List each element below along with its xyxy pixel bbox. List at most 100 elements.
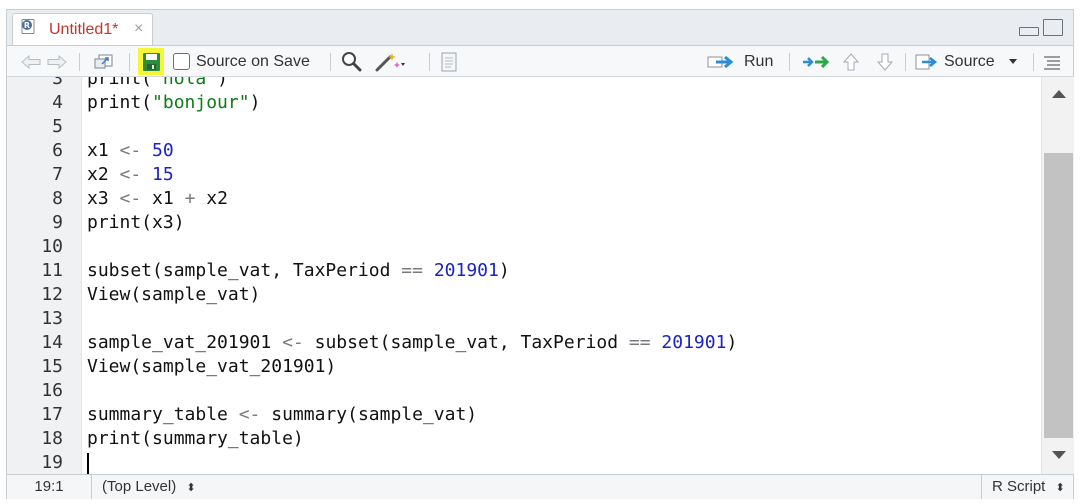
source-dropdown-icon[interactable] — [1008, 59, 1017, 64]
code-line: 11 subset(sample_vat, TaxPeriod == 201901… — [7, 259, 1041, 283]
forward-arrow-icon[interactable] — [46, 46, 68, 77]
code-token: ) — [217, 77, 228, 89]
code-token: x1 — [141, 188, 185, 209]
line-number: 3 — [52, 77, 63, 89]
code-token: summary_table — [87, 404, 239, 425]
code-token: x3 — [87, 188, 120, 209]
line-number: 4 — [52, 92, 63, 113]
save-button[interactable] — [138, 46, 164, 77]
run-icon — [707, 55, 734, 68]
toolbar-separator — [429, 53, 430, 71]
up-arrow-icon[interactable] — [841, 46, 861, 77]
code-token: print(summary_table) — [87, 428, 304, 449]
line-number: 10 — [41, 236, 63, 257]
source-on-save-toggle[interactable]: Source on Save — [173, 46, 321, 77]
source-button[interactable]: Source — [914, 46, 1017, 77]
code-line: 15 View(sample_vat_201901) — [7, 355, 1041, 379]
toolbar-separator — [1033, 53, 1034, 71]
maximize-icon[interactable] — [1043, 19, 1063, 36]
line-number: 5 — [52, 116, 63, 137]
code-token: print( — [87, 92, 153, 113]
code-token: "hola" — [152, 77, 218, 89]
run-button[interactable]: Run — [706, 46, 773, 77]
code-line: 4 print("bonjour") — [7, 91, 1041, 115]
toolbar-separator — [330, 53, 331, 71]
line-number: 14 — [41, 332, 63, 353]
code-token: ) — [498, 260, 510, 281]
code-line: 10 — [7, 235, 1041, 259]
code-token: == — [628, 332, 651, 353]
code-text: print("hola") — [87, 77, 228, 91]
magic-wand-icon[interactable] — [373, 46, 407, 77]
code-line: 7 x2 <- 15 — [7, 163, 1041, 187]
code-token: + — [184, 188, 196, 209]
code-token: ) — [726, 332, 738, 353]
search-icon[interactable] — [340, 46, 364, 77]
close-icon[interactable]: × — [134, 20, 143, 38]
scope-updown-icon: ⬍ — [186, 482, 196, 494]
code-token: summary(sample_vat) — [260, 404, 478, 425]
toolbar-separator — [129, 53, 130, 71]
file-type-updown-icon: ⬍ — [1055, 482, 1065, 494]
status-bar: 19:1 (Top Level) ⬍ R Script ⬍ — [7, 474, 1073, 499]
save-icon — [143, 52, 160, 71]
code-token: <- — [119, 164, 142, 185]
code-text: sample_vat_201901 <- subset(sample_vat, … — [87, 331, 737, 355]
compile-report-icon[interactable] — [439, 46, 459, 77]
file-type-label: R Script — [992, 478, 1046, 495]
show-in-window-icon[interactable] — [93, 46, 115, 77]
source-on-save-checkbox[interactable] — [173, 53, 190, 70]
code-line: 16 — [7, 379, 1041, 403]
line-number: 6 — [52, 140, 63, 161]
line-number: 16 — [41, 380, 63, 401]
code-token: subset(sample_vat, TaxPeriod — [87, 260, 402, 281]
source-label: Source — [944, 52, 995, 70]
code-line: 9 print(x3) — [7, 211, 1041, 235]
file-type-selector[interactable]: R Script ⬍ — [981, 475, 1073, 499]
code-editor[interactable]: 3 print("hola") 4 print("bonjour") 5 6 x1 <- 5… — [7, 77, 1041, 474]
code-line: 6 x1 <- 50 — [7, 139, 1041, 163]
code-token: print(x3) — [87, 212, 185, 233]
code-token: <- — [282, 332, 304, 353]
code-text: print(summary_table) — [87, 427, 304, 451]
code-line: 12 View(sample_vat) — [7, 283, 1041, 307]
code-token: <- — [238, 404, 261, 425]
code-token: sample_vat_201901 — [87, 332, 283, 353]
scrollbar-thumb[interactable] — [1044, 153, 1073, 438]
rerun-icon[interactable] — [800, 46, 830, 77]
code-token: print( — [87, 77, 153, 89]
code-text: subset(sample_vat, TaxPeriod == 201901) — [87, 259, 510, 283]
code-line: 17 summary_table <- summary(sample_vat) — [7, 403, 1041, 427]
code-line: 5 — [7, 115, 1041, 139]
code-line: 3 print("hola") — [7, 77, 1041, 91]
code-token: View(sample_vat) — [87, 284, 261, 305]
code-line: 14 sample_vat_201901 <- subset(sample_vat… — [7, 331, 1041, 355]
code-text: View(sample_vat) — [87, 283, 260, 307]
scope-label: (Top Level) — [102, 478, 177, 495]
back-arrow-icon[interactable] — [20, 46, 42, 77]
code-token: x2 — [195, 188, 228, 209]
tab-untitled1[interactable]: R Untitled1* × — [12, 13, 153, 45]
scroll-up-icon[interactable] — [1052, 90, 1066, 98]
cursor-position: 19:1 — [7, 475, 92, 499]
code-line: 18 print(summary_table) — [7, 427, 1041, 451]
vertical-scrollbar[interactable] — [1041, 77, 1074, 474]
down-arrow-icon[interactable] — [875, 46, 895, 77]
editor-pane: R Untitled1* × Source on Save Run Source… — [6, 9, 1074, 499]
scope-selector[interactable]: (Top Level) ⬍ — [102, 475, 196, 499]
minimize-icon[interactable] — [1019, 27, 1039, 36]
run-label: Run — [744, 52, 774, 70]
code-text: print(x3) — [87, 211, 185, 235]
code-token: 201901 — [433, 260, 499, 281]
code-text: x2 <- 15 — [87, 163, 174, 187]
code-token: 15 — [152, 164, 174, 185]
scroll-down-icon[interactable] — [1052, 451, 1066, 459]
source-icon — [915, 54, 938, 69]
outline-icon[interactable] — [1041, 46, 1063, 77]
code-token: ) — [249, 92, 261, 113]
toolbar-separator — [789, 53, 790, 71]
